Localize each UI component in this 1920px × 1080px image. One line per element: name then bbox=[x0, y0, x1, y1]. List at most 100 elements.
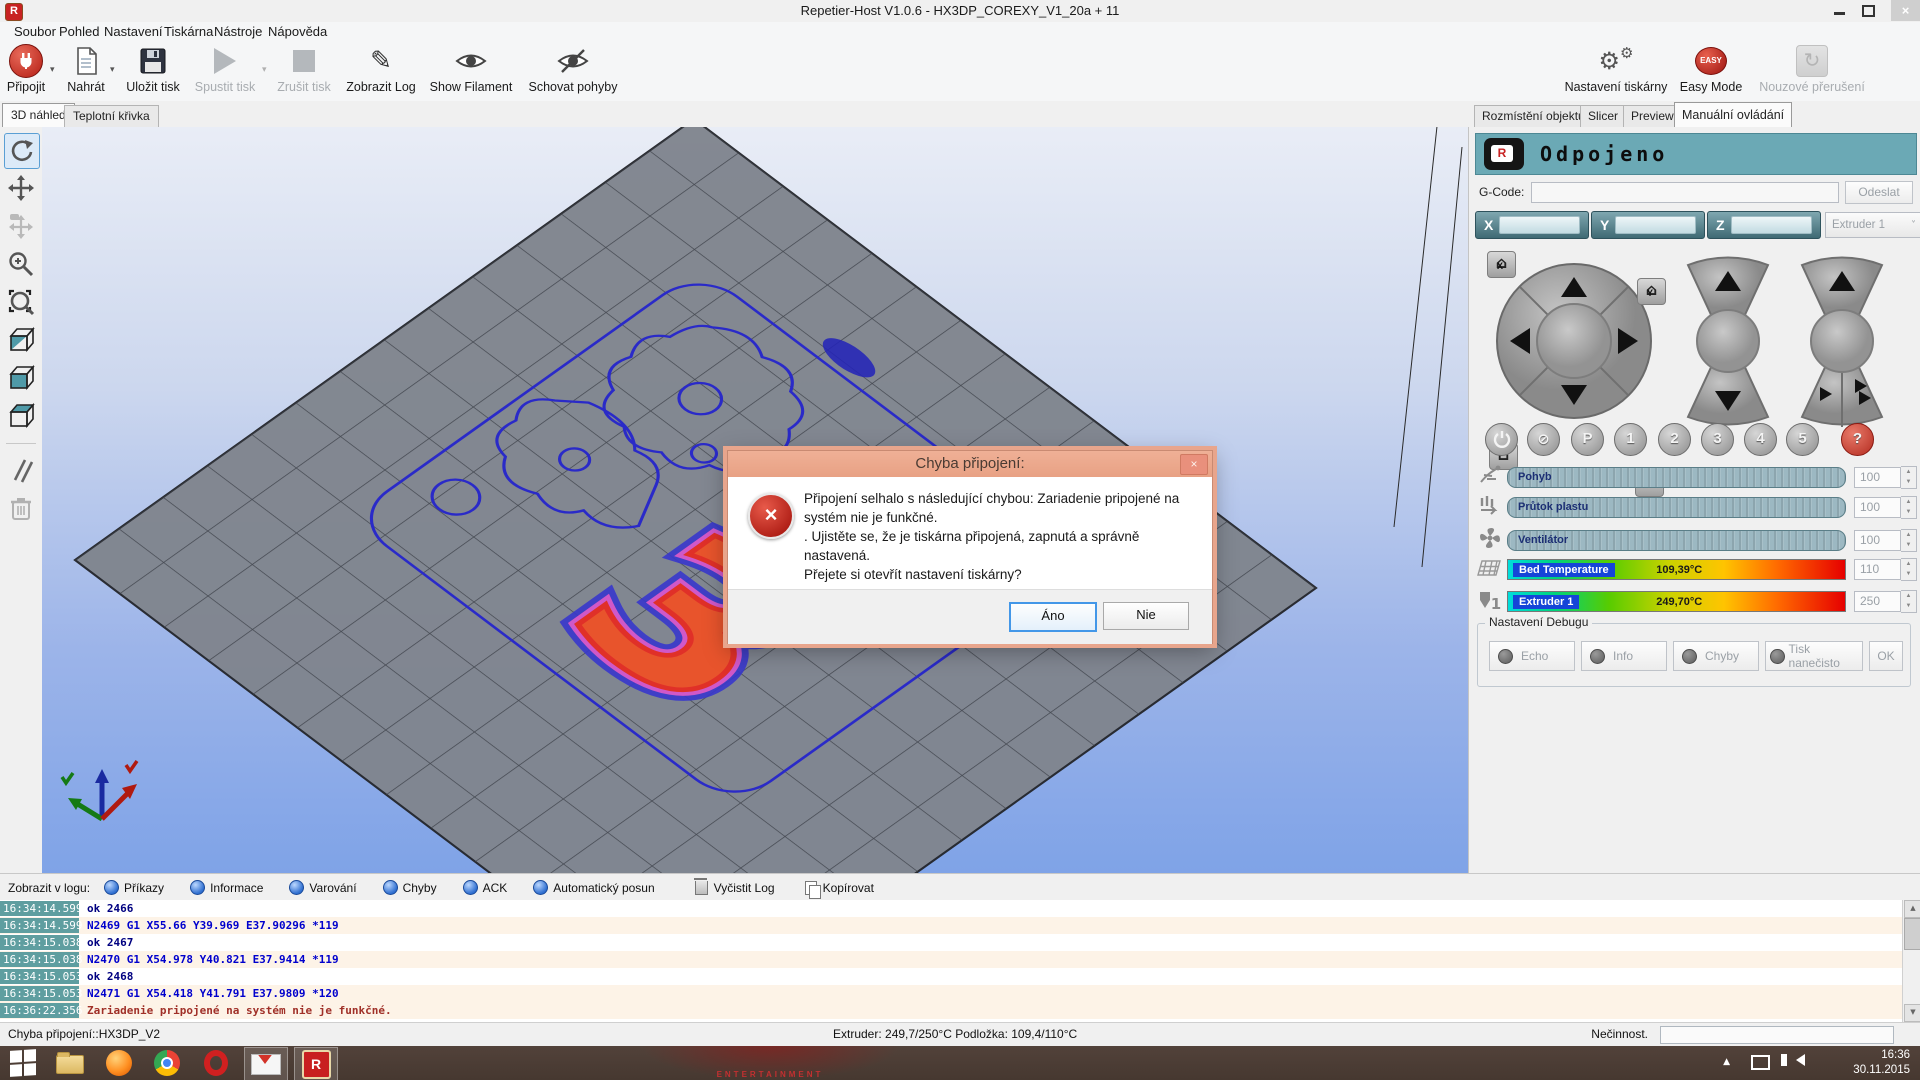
mail-icon bbox=[251, 1054, 281, 1075]
preset-5-button[interactable]: 5 bbox=[1786, 423, 1819, 456]
z-jog-control[interactable] bbox=[1673, 245, 1783, 435]
restore-button[interactable] bbox=[1854, 0, 1883, 21]
menu-napoveda[interactable]: Nápověda bbox=[262, 23, 333, 40]
preset-3-button[interactable]: 3 bbox=[1701, 423, 1734, 456]
park-button[interactable]: P bbox=[1571, 423, 1604, 456]
debug-ok-button[interactable]: OK bbox=[1869, 641, 1903, 671]
fan-value[interactable]: 100 bbox=[1854, 530, 1901, 551]
close-button[interactable]: × bbox=[1891, 0, 1920, 21]
parallel-projection-tool[interactable] bbox=[4, 453, 38, 487]
nozzle-icon: 1 bbox=[1473, 591, 1507, 613]
hide-travel-button[interactable]: Schovat pohyby bbox=[524, 42, 622, 99]
flow-spinner[interactable]: ▲▼ bbox=[1901, 496, 1917, 519]
log-toggle-errors[interactable]: Chyby bbox=[383, 880, 437, 895]
move-view-tool[interactable] bbox=[4, 171, 38, 205]
clear-log-button[interactable]: Vyčistit Log bbox=[695, 881, 775, 895]
dialog-no-button[interactable]: Nie bbox=[1103, 602, 1189, 630]
save-print-button[interactable]: Uložit tisk bbox=[122, 42, 184, 99]
bed-temp-spinner[interactable]: ▲▼ bbox=[1901, 558, 1917, 581]
tray-expand-icon[interactable]: ▲ bbox=[1723, 1057, 1730, 1067]
preset-1-button[interactable]: 1 bbox=[1614, 423, 1647, 456]
extruder-temp-spinner[interactable]: ▲▼ bbox=[1901, 590, 1917, 613]
debug-info-toggle[interactable]: Info bbox=[1581, 641, 1667, 671]
load-button[interactable]: Nahrát bbox=[62, 42, 110, 99]
taskbar-opera[interactable] bbox=[204, 1050, 230, 1076]
tab-slicer[interactable]: Slicer bbox=[1580, 105, 1626, 127]
tab-manual-control[interactable]: Manuální ovládání bbox=[1674, 102, 1792, 128]
extruder-temp-value[interactable]: 250 bbox=[1854, 591, 1901, 612]
log-scrollbar[interactable]: ▲ ▼ bbox=[1902, 900, 1920, 1022]
flow-value[interactable]: 100 bbox=[1854, 497, 1901, 518]
taskbar-explorer[interactable] bbox=[56, 1050, 82, 1076]
debug-echo-toggle[interactable]: Echo bbox=[1489, 641, 1575, 671]
gcode-send-button[interactable]: Odeslat bbox=[1845, 181, 1913, 204]
y-position-field[interactable]: Y bbox=[1591, 211, 1705, 239]
preset-2-button[interactable]: 2 bbox=[1658, 423, 1691, 456]
load-dropdown-icon[interactable]: ▾ bbox=[110, 64, 115, 75]
log-toggle-warnings[interactable]: Varování bbox=[289, 880, 356, 895]
copy-log-button[interactable]: Kopírovat bbox=[805, 881, 874, 895]
fan-slider[interactable]: Ventilátor bbox=[1507, 530, 1846, 551]
extruder-select[interactable]: Extruder 1 ˅ bbox=[1825, 212, 1920, 238]
gcode-input[interactable] bbox=[1531, 182, 1839, 203]
bed-temp-label: Bed Temperature bbox=[1513, 563, 1615, 577]
log-toggle-commands[interactable]: Příkazy bbox=[104, 880, 164, 895]
motor-off-button[interactable]: ⊘ bbox=[1527, 423, 1560, 456]
home-x-button[interactable]: ⌂X bbox=[1487, 251, 1516, 278]
extruder-temperature-bar[interactable]: Extruder 1 249,70°C bbox=[1507, 591, 1846, 612]
taskbar-firefox[interactable] bbox=[106, 1050, 132, 1076]
home-y-button[interactable]: ⌂Y bbox=[1637, 278, 1666, 305]
isometric-view-tool[interactable] bbox=[4, 323, 38, 357]
connect-dropdown-icon[interactable]: ▾ bbox=[50, 64, 55, 75]
taskbar-chrome[interactable] bbox=[154, 1050, 180, 1076]
zoom-tool[interactable] bbox=[4, 247, 38, 281]
taskbar-repetier-active[interactable]: R bbox=[294, 1047, 338, 1080]
minimize-button[interactable] bbox=[1825, 0, 1854, 21]
taskbar-clock[interactable]: 16:36 30.11.2015 bbox=[1853, 1048, 1910, 1078]
bed-temperature-bar[interactable]: Bed Temperature 109,39°C bbox=[1507, 559, 1846, 580]
tray-network-icon[interactable] bbox=[1751, 1046, 1770, 1061]
x-position-field[interactable]: X bbox=[1475, 211, 1589, 239]
debug-errors-toggle[interactable]: Chyby bbox=[1673, 641, 1759, 671]
debug-dryrun-toggle[interactable]: Tisk nanečisto bbox=[1765, 641, 1863, 671]
power-button[interactable] bbox=[1485, 423, 1518, 456]
menu-nastroje[interactable]: Nástroje bbox=[208, 23, 268, 40]
extruder-jog-control[interactable] bbox=[1787, 245, 1897, 435]
scroll-thumb[interactable] bbox=[1904, 918, 1920, 950]
y-position-input[interactable] bbox=[1615, 216, 1696, 234]
bed-temp-value[interactable]: 110 bbox=[1854, 559, 1901, 580]
log-toggle-info[interactable]: Informace bbox=[190, 880, 263, 895]
fan-spinner[interactable]: ▲▼ bbox=[1901, 529, 1917, 552]
top-view-tool[interactable] bbox=[4, 399, 38, 433]
fit-view-tool[interactable] bbox=[4, 285, 38, 319]
tab-preview[interactable]: Preview bbox=[1623, 105, 1682, 127]
flow-slider[interactable]: Průtok plastu bbox=[1507, 497, 1846, 518]
tab-object-placement[interactable]: Rozmístění objektů bbox=[1474, 105, 1593, 127]
log-toggle-ack[interactable]: ACK bbox=[463, 880, 508, 895]
printer-settings-button[interactable]: ⚙⚙ Nastavení tiskárny bbox=[1560, 42, 1672, 99]
log-toggle-autoscroll[interactable]: Automatický posun bbox=[533, 880, 654, 895]
z-position-field[interactable]: Z bbox=[1707, 211, 1821, 239]
start-button[interactable] bbox=[10, 1050, 36, 1076]
connect-button[interactable]: Připojit bbox=[2, 42, 50, 99]
eye-icon bbox=[428, 42, 514, 80]
speed-spinner[interactable]: ▲▼ bbox=[1901, 466, 1917, 489]
front-view-tool[interactable] bbox=[4, 361, 38, 395]
help-button[interactable]: ? bbox=[1841, 423, 1874, 456]
dialog-close-button[interactable]: × bbox=[1180, 454, 1208, 475]
rotate-view-tool[interactable] bbox=[4, 133, 40, 169]
scroll-up-icon[interactable]: ▲ bbox=[1904, 900, 1920, 918]
dialog-yes-button[interactable]: Áno bbox=[1009, 602, 1097, 632]
z-position-input[interactable] bbox=[1731, 216, 1812, 234]
easy-mode-button[interactable]: EASY Easy Mode bbox=[1678, 42, 1744, 99]
tab-temperature-curve[interactable]: Teplotní křivka bbox=[64, 105, 159, 127]
taskbar-mail-active[interactable] bbox=[244, 1047, 288, 1080]
speed-slider[interactable]: Pohyb bbox=[1507, 467, 1846, 488]
show-filament-button[interactable]: Show Filament bbox=[428, 42, 514, 99]
show-log-button[interactable]: ✎ Zobrazit Log bbox=[344, 42, 418, 99]
speed-value[interactable]: 100 bbox=[1854, 467, 1901, 488]
preset-4-button[interactable]: 4 bbox=[1744, 423, 1777, 456]
x-position-input[interactable] bbox=[1499, 216, 1580, 234]
tray-volume-icon[interactable] bbox=[1796, 1046, 1805, 1058]
scroll-down-icon[interactable]: ▼ bbox=[1904, 1004, 1920, 1022]
